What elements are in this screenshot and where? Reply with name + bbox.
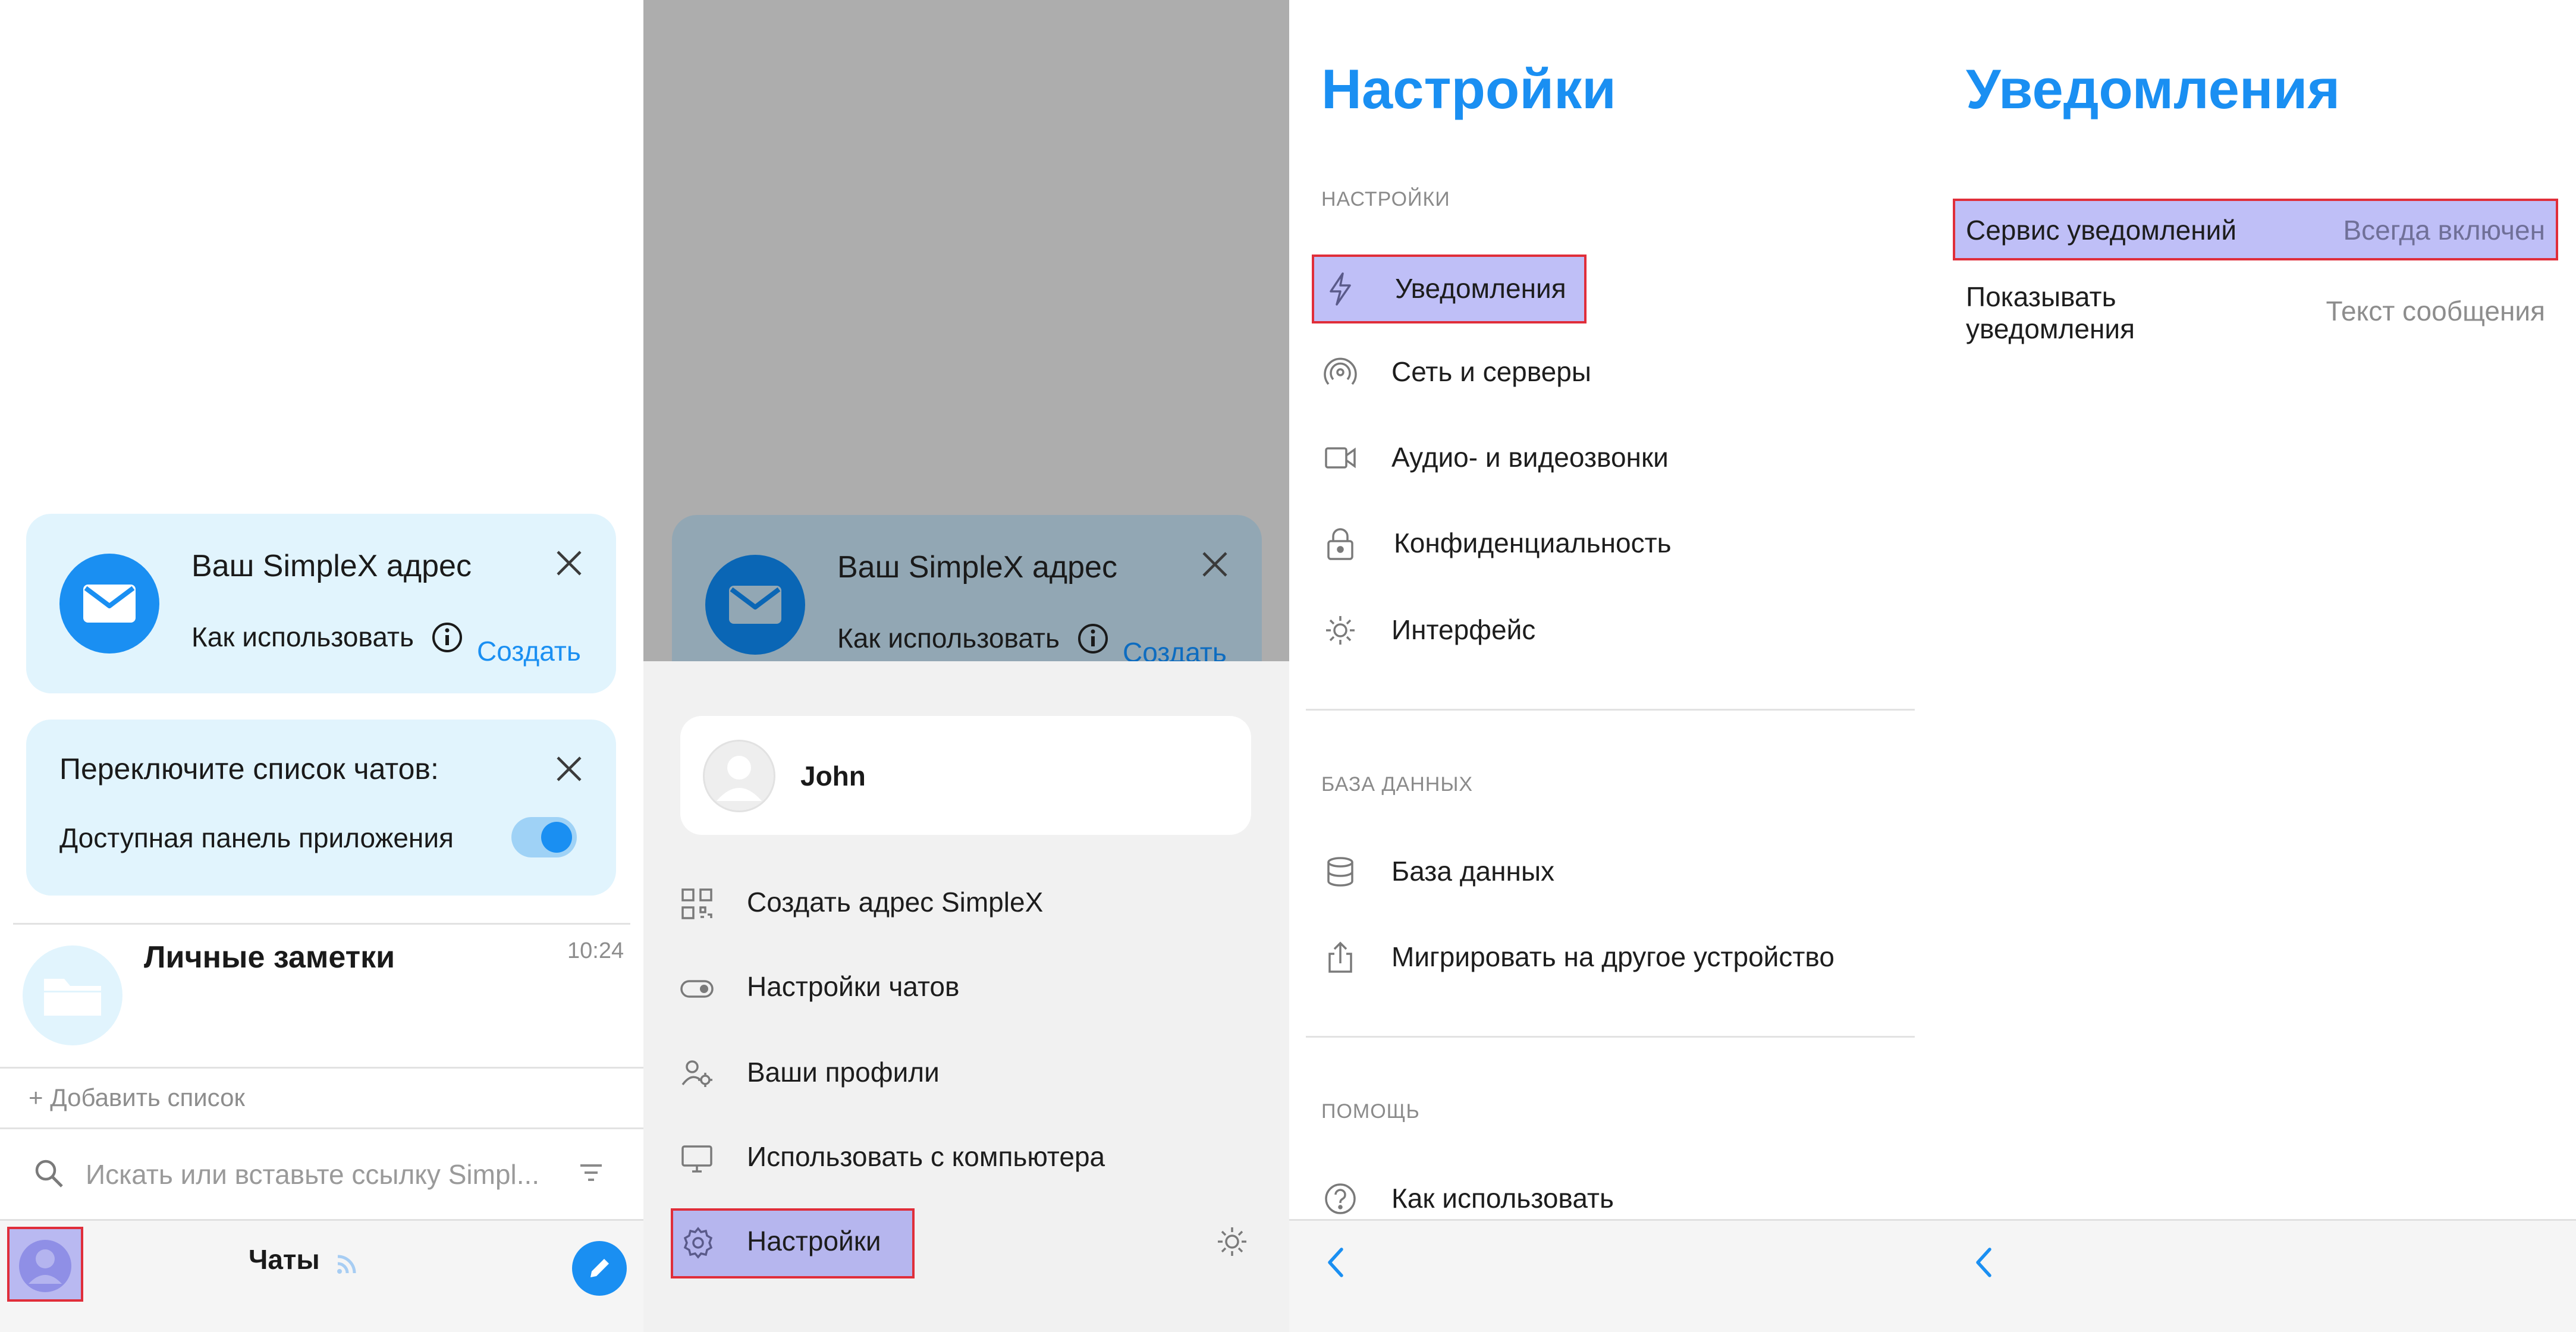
divider (0, 1067, 643, 1069)
simplex-address-card-dimmed: Ваш SimpleX адрес Как использовать Созда… (672, 515, 1262, 661)
new-chat-button[interactable] (572, 1241, 627, 1296)
create-address-button: Создать (1123, 637, 1227, 661)
bottom-toolbar: Чаты (0, 1219, 643, 1332)
menu-create-address[interactable]: Создать адрес SimpleX (747, 886, 1043, 918)
page-title: Настройки (1321, 58, 1616, 120)
section-settings: НАСТРОЙКИ (1321, 188, 1450, 211)
close-icon (1200, 549, 1230, 579)
user-drawer: John Создать адрес SimpleX Настройки чат… (643, 661, 1289, 1332)
connection-status-icon (333, 1246, 364, 1277)
gear-icon (680, 1225, 716, 1261)
settings-how-to-use[interactable]: Как использовать (1391, 1182, 1614, 1214)
active-profile-card[interactable]: John (680, 716, 1251, 835)
database-icon (1322, 854, 1358, 890)
reachable-toolbar-label: Доступная панель приложения (59, 822, 454, 853)
switch-chat-list-card: Переключите список чатов: Доступная пане… (26, 720, 616, 896)
chat-name: Личные заметки (144, 940, 395, 975)
filter-icon[interactable] (578, 1160, 604, 1186)
search-input[interactable]: Искать или вставьте ссылку Simpl... (86, 1158, 539, 1190)
notifications-screen: Уведомления Сервис уведомлений Всегда вк… (1935, 0, 2576, 1332)
user-avatar-button[interactable] (7, 1227, 83, 1302)
toggle-icon (679, 970, 715, 1006)
toolbar-title: Чаты (249, 1244, 320, 1275)
notification-service-label: Сервис уведомлений (1966, 215, 2237, 246)
close-icon[interactable] (554, 548, 584, 578)
settings-network[interactable]: Сеть и серверы (1391, 356, 1591, 388)
chats-screen: Ваш SimpleX адрес Как использовать Созда… (0, 0, 643, 1332)
notification-preview-label: Показывать уведомления (1966, 281, 2135, 344)
menu-settings[interactable]: Настройки (671, 1208, 915, 1278)
mail-icon (705, 555, 805, 655)
back-arrow-icon[interactable] (1967, 1245, 2003, 1280)
how-to-use-link[interactable]: Как использовать (191, 621, 414, 653)
desktop-icon (679, 1141, 715, 1176)
mail-icon (59, 554, 159, 654)
help-icon (1322, 1181, 1358, 1217)
divider (1306, 709, 1915, 711)
settings-database[interactable]: База данных (1391, 855, 1554, 887)
profile-name: John (800, 761, 866, 791)
video-call-icon (1322, 440, 1358, 476)
menu-use-from-desktop[interactable]: Использовать с компьютера (747, 1141, 1105, 1173)
address-card-title: Ваш SimpleX адрес (837, 550, 1117, 585)
theme-icon[interactable] (1214, 1224, 1250, 1259)
simplex-address-card[interactable]: Ваш SimpleX адрес Как использовать Созда… (26, 514, 616, 693)
close-icon[interactable] (554, 754, 584, 784)
info-icon[interactable] (431, 621, 464, 654)
notification-service-row[interactable]: Сервис уведомлений Всегда включен (1953, 199, 2558, 260)
switch-card-title: Переключите список чатов: (59, 752, 439, 786)
notification-service-value: Всегда включен (2343, 215, 2545, 246)
create-address-button[interactable]: Создать (477, 635, 581, 667)
folder-icon (23, 945, 122, 1045)
user-picker-screen: Ваш SimpleX адрес Как использовать Созда… (643, 0, 1289, 1332)
qr-code-icon (679, 886, 715, 922)
divider (0, 1127, 643, 1129)
menu-your-profiles[interactable]: Ваши профили (747, 1056, 940, 1088)
settings-notifications-label: Уведомления (1395, 273, 1566, 304)
section-help: ПОМОЩЬ (1321, 1100, 1420, 1123)
sun-icon (1322, 612, 1358, 648)
settings-calls[interactable]: Аудио- и видеозвонки (1391, 441, 1669, 473)
section-database: БАЗА ДАННЫХ (1321, 773, 1474, 796)
share-icon (1322, 940, 1358, 975)
menu-chat-preferences[interactable]: Настройки чатов (747, 970, 959, 1003)
menu-settings-label: Настройки (747, 1226, 881, 1256)
dimmed-background[interactable]: Ваш SimpleX адрес Как использовать Созда… (643, 0, 1289, 661)
profile-avatar (703, 740, 775, 812)
notification-preview-value: Текст сообщения (2326, 296, 2545, 326)
info-icon (1076, 622, 1110, 655)
chat-list-item[interactable]: Личные заметки 10:24 (0, 925, 643, 1068)
back-arrow-icon[interactable] (1319, 1245, 1355, 1280)
bolt-icon (1322, 271, 1358, 307)
add-list-button[interactable]: + Добавить список (29, 1083, 245, 1112)
bottom-toolbar (1935, 1219, 2576, 1332)
notification-preview-row[interactable]: Показывать уведомления Текст сообщения (1953, 274, 2558, 351)
lock-icon (1322, 526, 1358, 561)
settings-migrate[interactable]: Мигрировать на другое устройство (1391, 941, 1834, 973)
settings-notifications[interactable]: Уведомления (1312, 255, 1587, 323)
reachable-toolbar-toggle[interactable] (511, 817, 577, 857)
settings-appearance[interactable]: Интерфейс (1391, 614, 1535, 646)
settings-privacy[interactable]: Конфиденциальность (1394, 527, 1672, 559)
bottom-toolbar (1289, 1219, 1935, 1332)
divider (13, 923, 630, 925)
chat-time: 10:24 (567, 938, 624, 963)
manage-accounts-icon (679, 1056, 715, 1092)
search-icon (32, 1157, 67, 1191)
settings-screen: Настройки НАСТРОЙКИ Уведомления Сеть и с… (1289, 0, 1935, 1332)
how-to-use-link: Как использовать (837, 623, 1060, 654)
wifi-tethering-icon (1322, 354, 1358, 390)
page-title: Уведомления (1966, 58, 2341, 120)
address-card-title: Ваш SimpleX адрес (191, 549, 472, 583)
divider (1306, 1036, 1915, 1038)
